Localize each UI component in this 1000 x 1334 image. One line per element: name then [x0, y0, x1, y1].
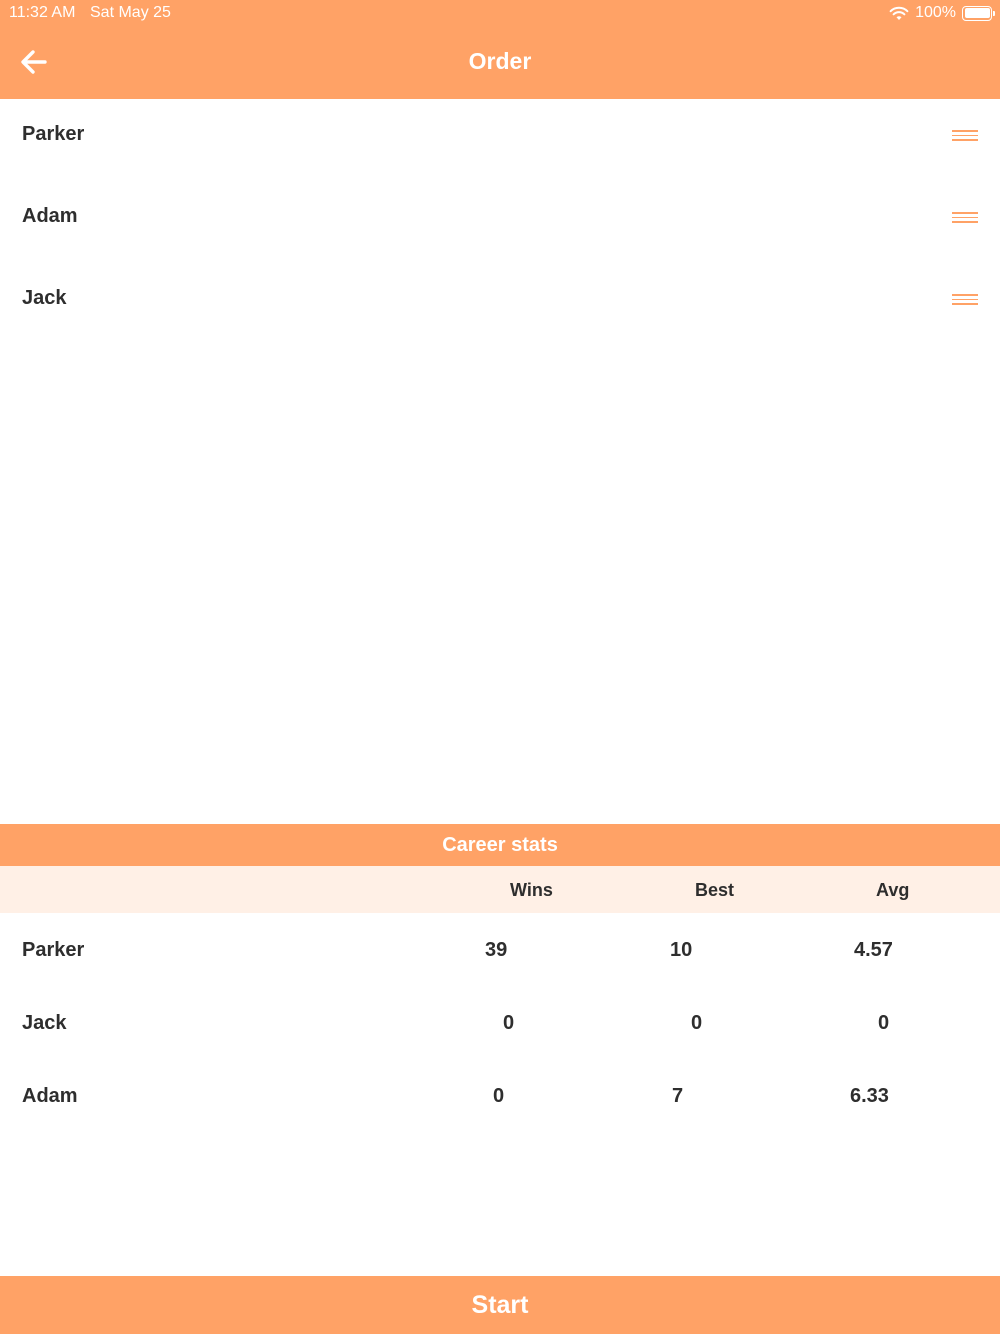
stat-player-name: Parker: [22, 939, 85, 961]
page-title: Order: [468, 48, 532, 74]
stat-best: 10: [670, 939, 693, 961]
stat-avg: 6.33: [850, 1085, 889, 1107]
column-best: Best: [695, 880, 735, 900]
stat-wins: 0: [503, 1012, 515, 1034]
stat-player-name: Adam: [22, 1085, 78, 1107]
battery-icon: [962, 5, 995, 21]
status-date: Sat May 25: [90, 4, 171, 21]
order-row-adam[interactable]: Adam: [0, 181, 1000, 263]
battery-percent: 100%: [915, 4, 956, 21]
column-avg: Avg: [876, 880, 910, 900]
navigation-bar: 11:32 AM Sat May 25 100% Order: [0, 0, 1000, 99]
status-right: 100%: [889, 4, 995, 22]
stat-avg: 4.57: [854, 939, 893, 961]
stat-best: 0: [691, 1012, 703, 1034]
column-wins: Wins: [510, 880, 553, 900]
wifi-icon: [889, 6, 909, 20]
stats-column-headers: Wins Best Avg: [0, 866, 1000, 913]
start-button[interactable]: Start: [0, 1276, 1000, 1334]
drag-handle-icon[interactable]: [952, 212, 978, 224]
status-time: 11:32 AM: [9, 4, 76, 21]
stat-avg: 0: [878, 1012, 890, 1034]
drag-handle-icon[interactable]: [952, 130, 978, 142]
stats-row-parker: Parker 39 10 4.57: [0, 939, 1000, 1012]
order-row-parker[interactable]: Parker: [0, 99, 1000, 181]
order-row-jack[interactable]: Jack: [0, 263, 1000, 345]
stat-best: 7: [672, 1085, 684, 1107]
stats-row-adam: Adam 0 7 6.33: [0, 1085, 1000, 1158]
stat-wins: 0: [493, 1085, 505, 1107]
stats-row-jack: Jack 0 0 0: [0, 1012, 1000, 1085]
drag-handle-icon[interactable]: [952, 294, 978, 306]
stat-wins: 39: [485, 939, 508, 961]
status-bar: 11:32 AM Sat May 25 100%: [0, 0, 1000, 28]
stat-player-name: Jack: [22, 1012, 67, 1034]
career-stats-header: Career stats: [0, 824, 1000, 866]
player-name: Parker: [22, 123, 85, 145]
player-name: Adam: [22, 205, 78, 227]
player-name: Jack: [22, 287, 67, 309]
